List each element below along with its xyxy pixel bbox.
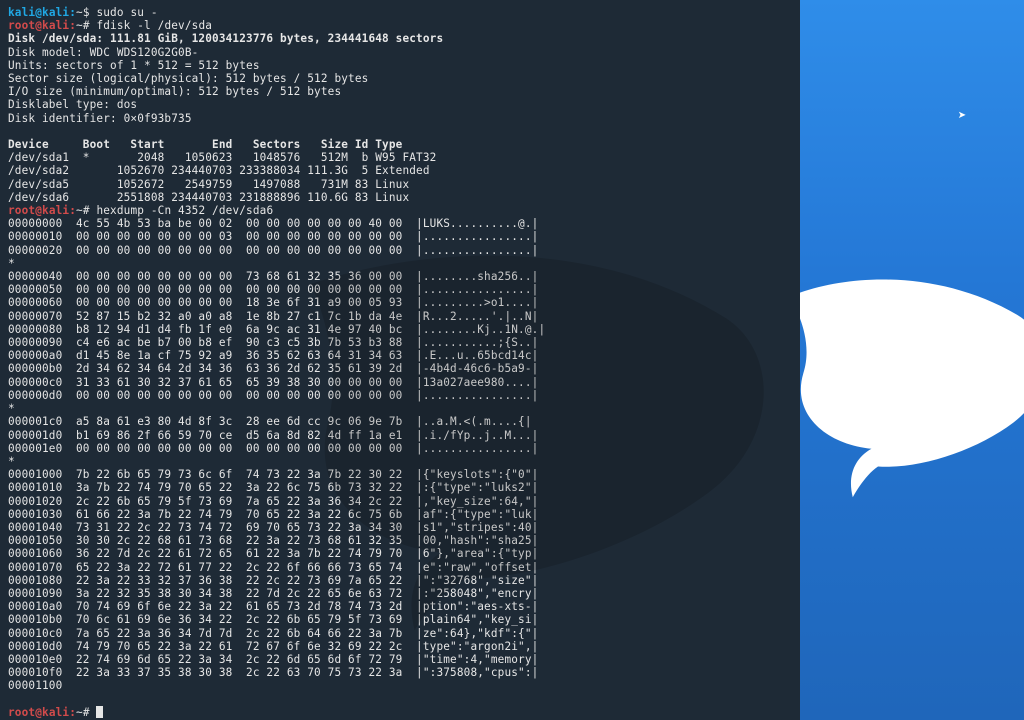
user-prompt: kali	[8, 6, 35, 19]
fdisk-row-3: /dev/sda6 2551808 234440703 231888896 11…	[8, 191, 409, 204]
cmd-sudo: sudo su -	[96, 6, 157, 19]
terminal-pane[interactable]: kali@kali:~$ sudo su - root@kali:~# fdis…	[0, 0, 800, 720]
cmd-hexdump: hexdump -Cn 4352 /dev/sda6	[96, 204, 273, 217]
root-prompt: root	[8, 19, 35, 32]
mouse-cursor-icon: ➤	[958, 108, 966, 124]
kali-dragon-icon	[800, 260, 1024, 520]
cmd-fdisk: fdisk -l /dev/sda	[96, 19, 212, 32]
fdisk-row-2: /dev/sda5 1052672 2549759 1497088 731M 8…	[8, 178, 409, 191]
desktop-area[interactable]: ➤	[800, 0, 1024, 720]
cursor[interactable]	[96, 706, 103, 718]
fdisk-row-1: /dev/sda2 1052670 234440703 233388034 11…	[8, 164, 430, 177]
fdisk-table-header: Device Boot Start End Sectors Size Id Ty…	[8, 138, 402, 151]
fdisk-row-0: /dev/sda1 * 2048 1050623 1048576 512M b …	[8, 151, 436, 164]
hexdump-line: 00000000 4c 55 4b 53 ba be 00 02 00 00 0…	[8, 217, 538, 230]
fdisk-out-0: Disk /dev/sda: 111.81 GiB, 120034123776 …	[8, 32, 443, 45]
